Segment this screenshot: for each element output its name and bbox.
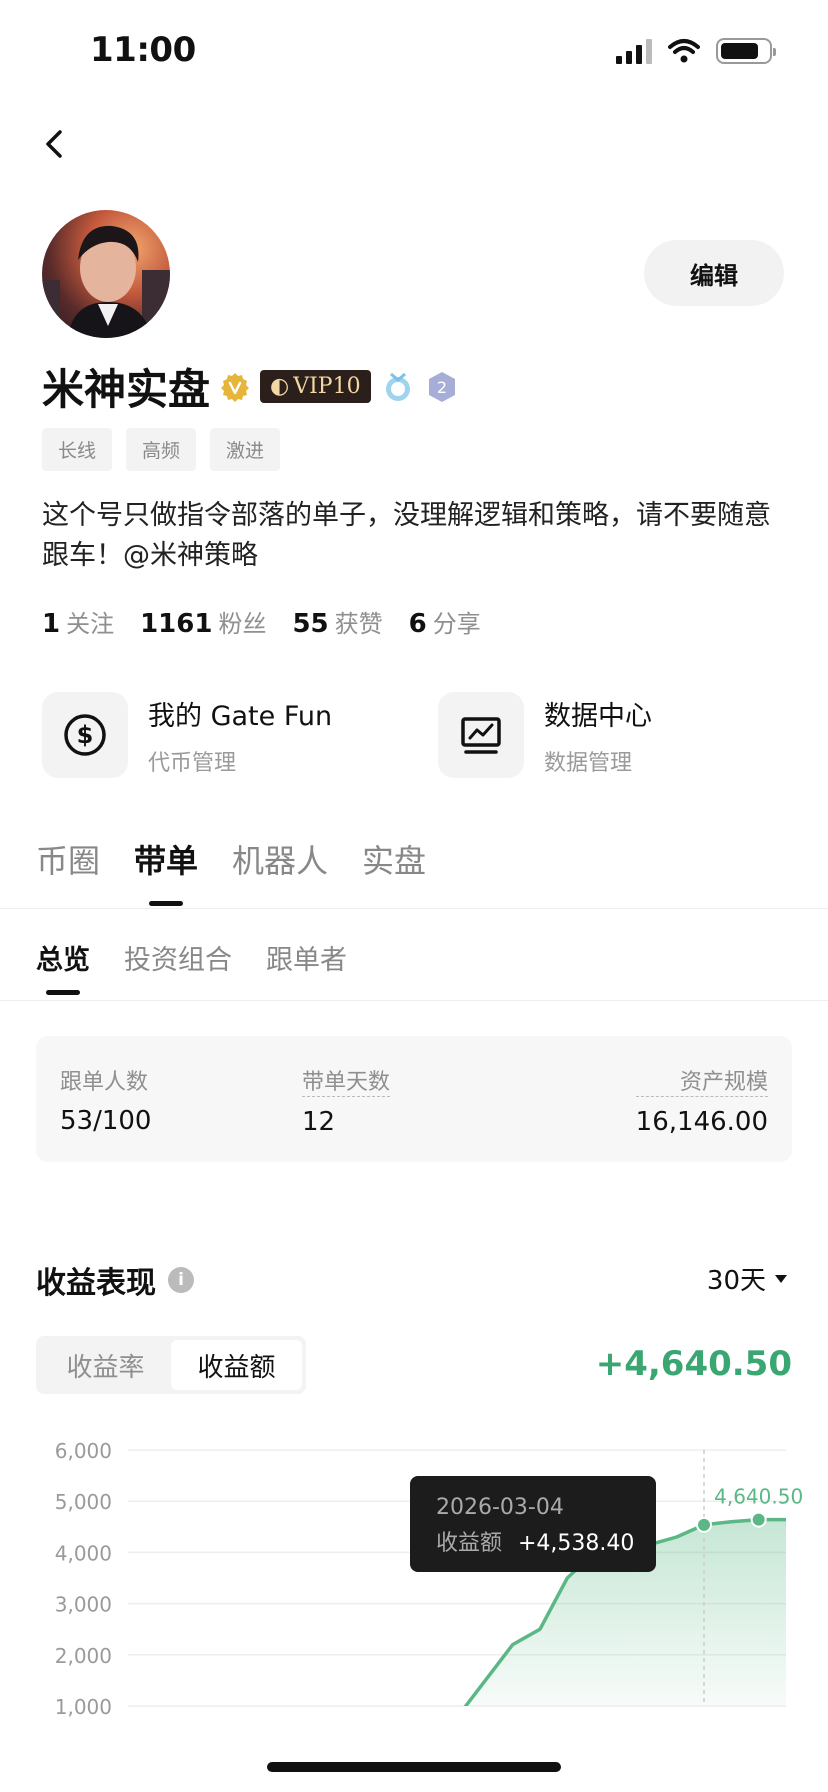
tab-lead-trading[interactable]: 带单 [134, 836, 198, 882]
stat-label: 粉丝 [218, 610, 267, 638]
home-indicator[interactable] [267, 1762, 561, 1772]
status-time: 11:00 [90, 30, 196, 70]
last-value-label: 4,640.50 [714, 1485, 803, 1509]
stat-value: 1 [42, 609, 61, 639]
stat-followers[interactable]: 1161 粉丝 [140, 604, 266, 639]
feature-subtitle: 数据管理 [544, 750, 633, 776]
tab-followers[interactable]: 跟单者 [266, 938, 347, 977]
chart-monitor-icon [438, 692, 524, 778]
status-bar: 11:00 [0, 0, 828, 110]
performance-title: 收益表现 [36, 1266, 156, 1301]
medal-icon [385, 372, 410, 401]
y-tick-label: 4,000 [55, 1541, 112, 1565]
sub-tabs: 总览 投资组合 跟单者 [36, 938, 347, 977]
name-row: 米神实盘 ◐ VIP10 2 [42, 356, 459, 417]
profile-name: 米神实盘 [42, 365, 211, 414]
edit-button[interactable]: 编辑 [644, 240, 784, 306]
stats: 1 关注 1161 粉丝 55 获赞 6 分享 [42, 604, 481, 639]
vip-logo-icon: ◐ [270, 374, 290, 399]
top-nav [0, 118, 828, 178]
feature-subtitle: 代币管理 [148, 750, 237, 776]
y-tick-label: 3,000 [55, 1593, 112, 1617]
verified-badge-icon [221, 372, 250, 402]
tab-portfolio[interactable]: 投资组合 [124, 938, 232, 977]
tooltip-date: 2026-03-04 [436, 1495, 564, 1520]
level-badge-number: 2 [437, 378, 447, 397]
tag: 高频 [126, 428, 197, 471]
overview-card: 跟单人数 53/100 带单天数 12 资产规模 16,146.00 [36, 1036, 792, 1162]
tooltip-value: +4,538.40 [518, 1531, 634, 1556]
tooltip-label: 收益额 [436, 1531, 502, 1556]
vip-level: VIP10 [293, 374, 361, 399]
info-icon[interactable]: i [168, 1267, 194, 1293]
gate-fun-card[interactable]: $ 我的 Gate Fun 代币管理 [42, 692, 332, 778]
tag-list: 长线 高频 激进 [42, 428, 281, 471]
overview-days[interactable]: 带单天数 12 [302, 1064, 391, 1137]
data-point [696, 1516, 712, 1533]
stat-shares[interactable]: 6 分享 [409, 604, 481, 639]
tag: 激进 [210, 428, 281, 471]
y-tick-label: 2,000 [55, 1644, 112, 1668]
divider [0, 908, 828, 909]
stat-value: 1161 [140, 609, 213, 639]
performance-header: 收益表现 i [36, 1258, 194, 1302]
svg-text:$: $ [77, 721, 94, 749]
tab-live[interactable]: 实盘 [362, 836, 426, 882]
overview-value: 12 [302, 1107, 336, 1137]
overview-label: 跟单人数 [60, 1070, 149, 1095]
stat-value: 55 [292, 609, 329, 639]
level-badge-icon: 2 [428, 371, 455, 402]
feature-title: 我的 Gate Fun [148, 700, 333, 732]
back-icon[interactable] [36, 124, 76, 164]
cellular-signal-icon [616, 38, 652, 64]
toggle-return-rate[interactable]: 收益率 [40, 1340, 171, 1390]
overview-label: 带单天数 [302, 1064, 391, 1097]
period-select[interactable]: 30天 [707, 1260, 788, 1297]
feature-title: 数据中心 [544, 700, 652, 732]
y-tick-label: 6,000 [55, 1439, 112, 1463]
stat-following[interactable]: 1 关注 [42, 604, 114, 639]
data-center-card[interactable]: 数据中心 数据管理 [438, 692, 652, 778]
stat-label: 关注 [66, 610, 115, 638]
tooltip-box [410, 1476, 656, 1572]
battery-icon [716, 38, 776, 64]
tag: 长线 [42, 428, 113, 471]
wifi-icon [668, 39, 700, 63]
data-point [750, 1511, 767, 1528]
overview-aum[interactable]: 资产规模 16,146.00 [635, 1064, 768, 1137]
tab-crypto[interactable]: 币圈 [36, 836, 100, 882]
bio: 这个号只做指令部落的单子，没理解逻辑和策略，请不要随意跟车！@米神策略 [42, 500, 771, 571]
overview-copiers: 跟单人数 53/100 [60, 1064, 151, 1136]
y-tick-label: 1,000 [55, 1695, 112, 1719]
tab-bots[interactable]: 机器人 [232, 836, 328, 882]
period-value: 30天 [706, 1266, 766, 1296]
toggle-return-amount[interactable]: 收益额 [171, 1340, 302, 1390]
total-return: +4,640.50 [595, 1344, 792, 1384]
return-chart[interactable]: 6,000 5,000 4,000 3,000 2,000 1,000 4,640.50 20… [0, 1420, 828, 1720]
avatar[interactable] [42, 210, 170, 338]
stat-label: 分享 [432, 610, 481, 638]
caret-down-icon [775, 1274, 787, 1283]
stat-likes[interactable]: 55 获赞 [292, 604, 382, 639]
metric-toggle: 收益率 收益额 [36, 1336, 306, 1394]
overview-label: 资产规模 [635, 1064, 768, 1097]
stat-value: 6 [408, 609, 427, 639]
stat-label: 获赞 [334, 610, 383, 638]
vip-badge: ◐ VIP10 [260, 370, 371, 403]
main-tabs: 币圈 带单 机器人 实盘 [36, 836, 426, 882]
dollar-coin-icon: $ [42, 692, 128, 778]
tab-overview[interactable]: 总览 [36, 938, 90, 977]
overview-value: 16,146.00 [635, 1107, 768, 1137]
divider [0, 1000, 828, 1001]
status-icons [616, 38, 776, 64]
overview-value: 53/100 [60, 1106, 152, 1136]
avatar-image [42, 225, 170, 338]
y-tick-label: 5,000 [55, 1490, 112, 1514]
